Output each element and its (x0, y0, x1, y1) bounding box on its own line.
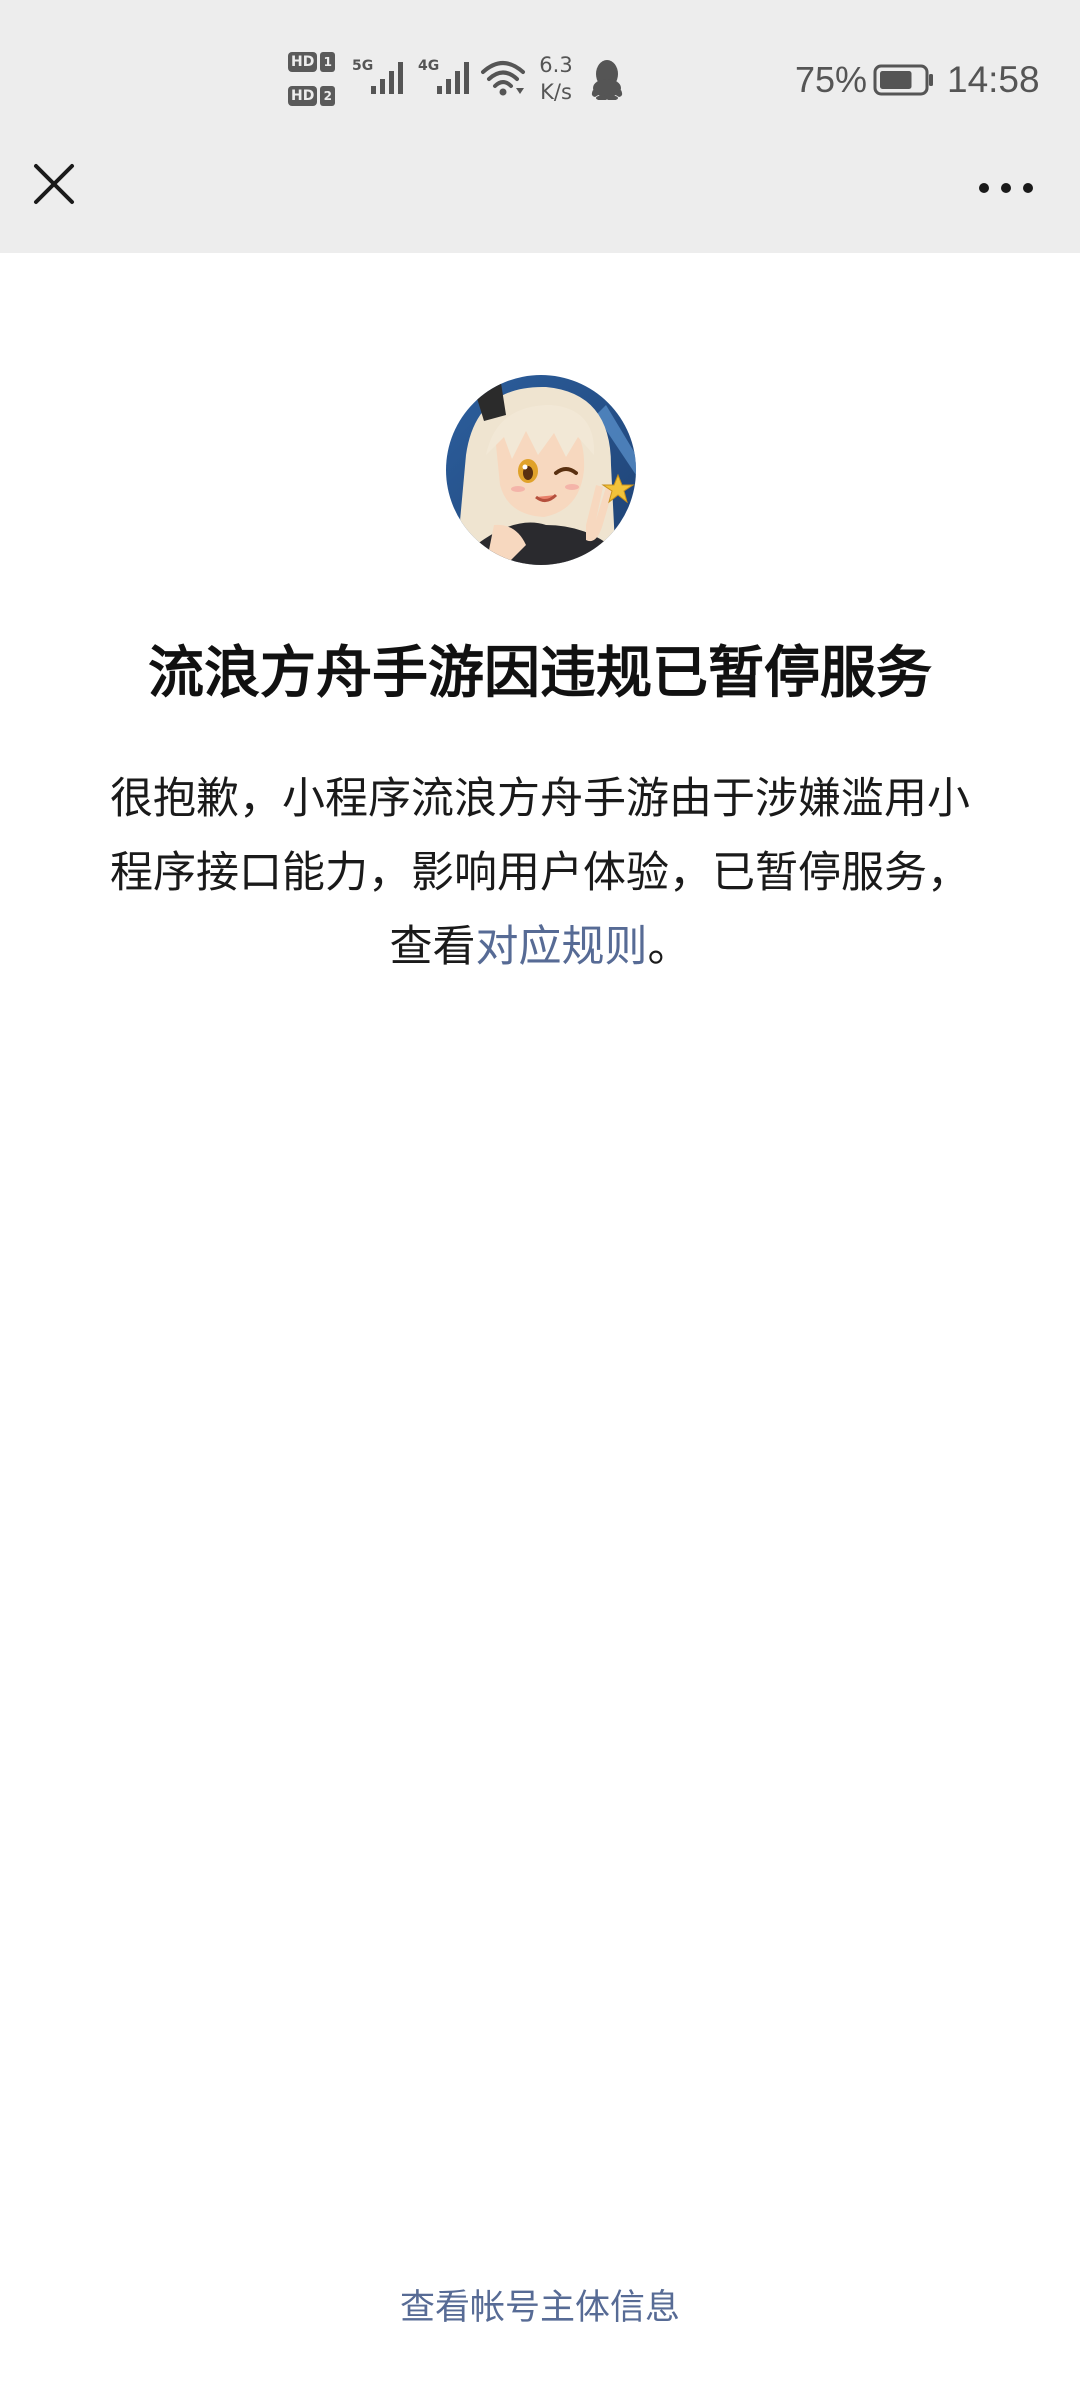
sim1-hd-label: HD (288, 52, 318, 72)
sim1-number: 1 (320, 52, 336, 72)
signal-icon (437, 62, 469, 94)
battery-icon (873, 64, 933, 96)
suspension-message-end: 。 (647, 922, 691, 972)
network-speed-value: 6.3 (539, 53, 573, 77)
sim1-indicator: HD 1 (288, 50, 336, 74)
sim2-number: 2 (320, 86, 336, 106)
top-bar-area: HD 1 HD 2 5G 4G 6.3 K/s 75% 14:58 (0, 0, 1080, 253)
rules-link[interactable]: 对应规则 (476, 922, 648, 972)
clock: 14:58 (947, 59, 1040, 100)
app-avatar (446, 375, 636, 565)
close-icon (34, 164, 74, 204)
sim2-indicator: HD 2 (288, 84, 336, 108)
network-speed-unit: K/s (540, 80, 572, 104)
sim2-hd-label: HD (288, 86, 318, 106)
network-speed: 6.3 K/s (534, 52, 578, 106)
status-bar: HD 1 HD 2 5G 4G 6.3 K/s 75% 14:58 (0, 0, 1080, 160)
view-account-info-link[interactable]: 查看帐号主体信息 (0, 2284, 1080, 2332)
dual-sim-hd-indicator: HD 1 HD 2 (288, 48, 342, 110)
close-button[interactable] (22, 152, 86, 216)
qq-icon (591, 60, 623, 100)
battery-percent: 75% (795, 59, 868, 100)
more-icon (979, 183, 1033, 193)
wifi-icon (481, 61, 525, 96)
signal-icon (371, 62, 403, 94)
more-options-button[interactable] (966, 160, 1046, 216)
suspension-message: 很抱歉，小程序流浪方舟手游由于涉嫌滥用小程序接口能力，影响用户体验，已暂停服务，… (96, 762, 984, 984)
page-title: 流浪方舟手游因违规已暂停服务 (148, 641, 932, 706)
anime-character-avatar-image (446, 375, 636, 565)
